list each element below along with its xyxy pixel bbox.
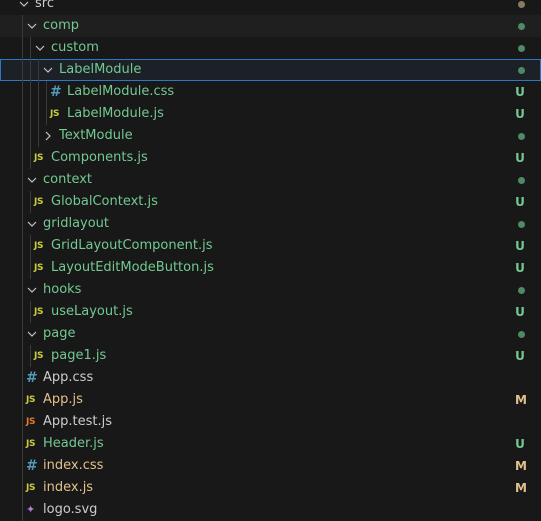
tree-folder-comp[interactable]: comp: [0, 15, 541, 37]
tree-folder-context[interactable]: context: [0, 169, 541, 191]
js-file-icon: JS: [34, 197, 44, 207]
file-label: Components.js: [51, 150, 148, 165]
tree-folder-textmodule[interactable]: TextModule: [0, 125, 541, 147]
tree-file-gridlayoutcomponent-js[interactable]: JS GridLayoutComponent.js U: [0, 235, 541, 257]
file-label: LabelModule.js: [67, 106, 164, 121]
file-label: index.css: [43, 458, 104, 473]
file-label: logo.svg: [43, 502, 98, 517]
js-file-icon: JS: [34, 307, 44, 317]
file-label: GridLayoutComponent.js: [51, 238, 213, 253]
tree-folder-labelmodule[interactable]: LabelModule: [0, 59, 541, 81]
js-file-icon: JS: [26, 483, 36, 493]
chevron-down-icon: [25, 213, 39, 235]
untracked-dot-indicator: [518, 331, 525, 338]
tree-file-app-test-js[interactable]: JS App.test.js: [0, 411, 541, 433]
git-status-badge: U: [515, 437, 525, 451]
git-status-badge: M: [515, 393, 527, 407]
folder-label: context: [43, 172, 92, 187]
git-status-badge: U: [515, 85, 525, 99]
git-status-badge: U: [515, 261, 525, 275]
tree-folder-hooks[interactable]: hooks: [0, 279, 541, 301]
folder-label: custom: [51, 40, 99, 55]
folder-label: TextModule: [59, 128, 133, 143]
tree-file-header-js[interactable]: JS Header.js U: [0, 433, 541, 455]
chevron-down-icon: [25, 323, 39, 345]
untracked-dot-indicator: [518, 23, 525, 30]
svg-file-icon: ✦: [26, 503, 36, 516]
chevron-right-icon: [41, 125, 55, 147]
tree-file-layouteditmodebutton-js[interactable]: JS LayoutEditModeButton.js U: [0, 257, 541, 279]
git-status-badge: M: [515, 459, 527, 473]
file-label: index.js: [43, 480, 94, 495]
tree-file-components-js[interactable]: JS Components.js U: [0, 147, 541, 169]
chevron-down-icon: [17, 0, 31, 15]
git-status-badge: U: [515, 151, 525, 165]
tree-file-page1-js[interactable]: JS page1.js U: [0, 345, 541, 367]
css-file-icon: #: [26, 370, 38, 386]
tree-file-index-css[interactable]: # index.css M: [0, 455, 541, 477]
untracked-dot-indicator: [518, 67, 525, 74]
css-file-icon: #: [26, 458, 38, 474]
file-label: Header.js: [43, 436, 104, 451]
chevron-down-icon: [25, 279, 39, 301]
file-label: GlobalContext.js: [51, 194, 158, 209]
untracked-dot-indicator: [518, 287, 525, 294]
js-test-file-icon: JS: [26, 417, 36, 427]
untracked-dot-indicator: [518, 133, 525, 140]
tree-file-app-css[interactable]: # App.css: [0, 367, 541, 389]
tree-file-app-js[interactable]: JS App.js M: [0, 389, 541, 411]
folder-label: comp: [43, 18, 80, 33]
tree-folder-gridlayout[interactable]: gridlayout: [0, 213, 541, 235]
git-status-badge: U: [515, 349, 525, 363]
file-label: useLayout.js: [51, 304, 133, 319]
tree-file-logo-svg[interactable]: ✦ logo.svg: [0, 499, 541, 521]
folder-label: hooks: [43, 282, 82, 297]
js-file-icon: JS: [34, 263, 44, 273]
tree-folder-custom[interactable]: custom: [0, 37, 541, 59]
chevron-down-icon: [25, 15, 39, 37]
file-label: LayoutEditModeButton.js: [51, 260, 214, 275]
js-file-icon: JS: [34, 351, 44, 361]
css-file-icon: #: [50, 84, 62, 100]
chevron-down-icon: [25, 169, 39, 191]
tree-folder-page[interactable]: page: [0, 323, 541, 345]
untracked-dot-indicator: [518, 177, 525, 184]
file-label: App.css: [43, 370, 94, 385]
untracked-dot-indicator: [518, 221, 525, 228]
tree-file-labelmodule-js[interactable]: JS LabelModule.js U: [0, 103, 541, 125]
js-file-icon: JS: [26, 439, 36, 449]
git-status-badge: U: [515, 239, 525, 253]
tree-file-labelmodule-css[interactable]: # LabelModule.css U: [0, 81, 541, 103]
tree-file-globalcontext-js[interactable]: JS GlobalContext.js U: [0, 191, 541, 213]
file-label: App.js: [43, 392, 83, 407]
chevron-down-icon: [33, 37, 47, 59]
js-file-icon: JS: [34, 153, 44, 163]
git-status-badge: U: [515, 195, 525, 209]
js-file-icon: JS: [34, 241, 44, 251]
folder-label: src: [35, 0, 54, 11]
folder-label: page: [43, 326, 76, 341]
file-explorer-tree: src comp custom LabelModule # LabelModul…: [0, 0, 541, 521]
file-label: page1.js: [51, 348, 107, 363]
folder-label: LabelModule: [59, 62, 142, 77]
js-file-icon: JS: [26, 395, 36, 405]
folder-label: gridlayout: [43, 216, 110, 231]
tree-file-index-js[interactable]: JS index.js M: [0, 477, 541, 499]
file-label: App.test.js: [43, 414, 113, 429]
modified-dot-indicator: [518, 1, 525, 8]
git-status-badge: M: [515, 481, 527, 495]
tree-folder-src[interactable]: src: [0, 0, 541, 15]
file-label: LabelModule.css: [67, 84, 175, 99]
git-status-badge: U: [515, 107, 525, 121]
git-status-badge: U: [515, 305, 525, 319]
js-file-icon: JS: [50, 109, 60, 119]
untracked-dot-indicator: [518, 45, 525, 52]
chevron-down-icon: [41, 59, 55, 81]
tree-file-uselayout-js[interactable]: JS useLayout.js U: [0, 301, 541, 323]
